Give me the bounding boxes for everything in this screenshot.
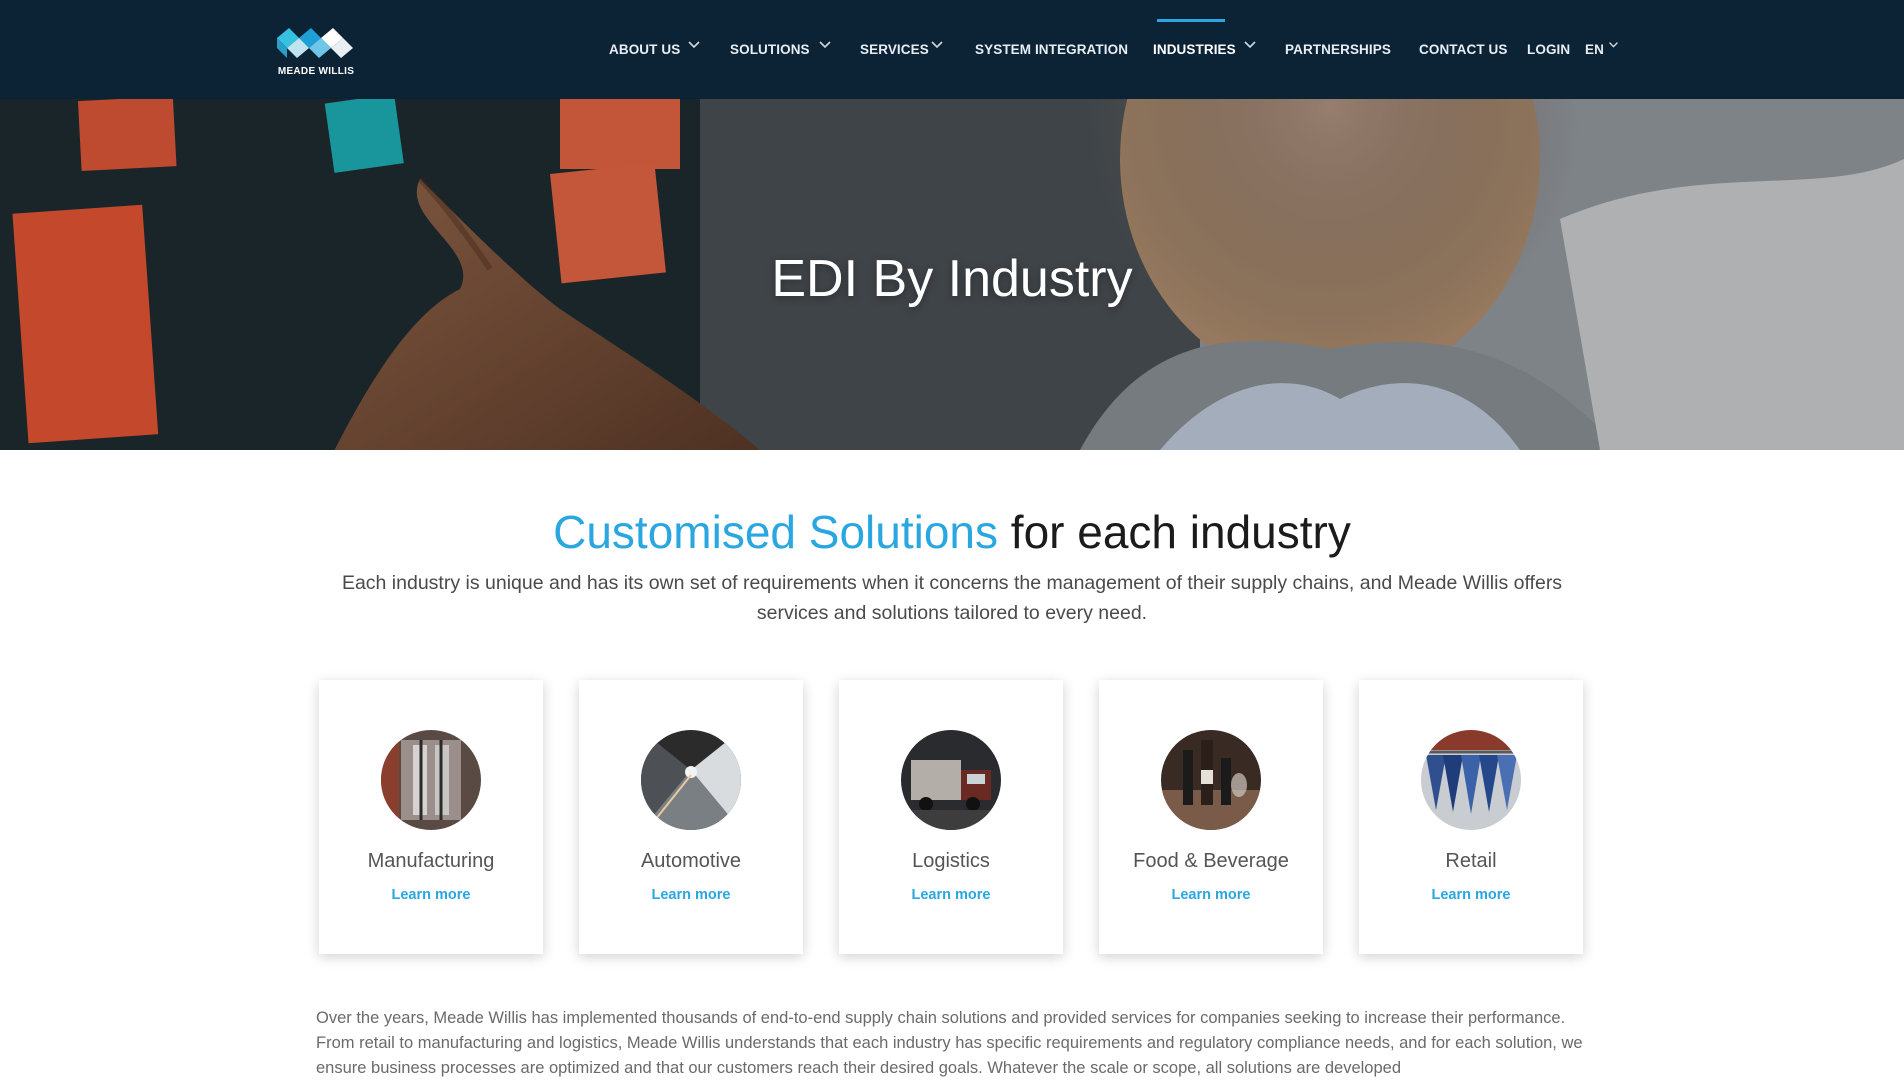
chevron-down-icon [1609,42,1618,48]
industry-card-food-beverage[interactable]: Food & Beverage Learn more [1099,680,1323,954]
section-heading: Customised Solutions for each industry [0,505,1904,559]
automotive-image [641,730,741,830]
nav-partnerships[interactable]: PARTNERSHIPS [1285,42,1391,57]
chevron-down-icon [1244,41,1256,49]
chevron-down-icon [819,41,831,49]
active-nav-indicator [1157,19,1225,22]
nav-about-us-label: ABOUT US [609,42,681,57]
hero-title: EDI By Industry [771,250,1133,308]
retail-image [1421,730,1521,830]
nav-system-integration[interactable]: SYSTEM INTEGRATION [975,42,1128,57]
nav-services-label: SERVICES [860,42,929,57]
nav-about-us[interactable]: ABOUT US [609,41,700,57]
industry-name: Logistics [912,850,990,872]
manufacturing-image [381,730,481,830]
industry-name: Automotive [640,850,742,872]
nav-industries-label: INDUSTRIES [1153,42,1236,57]
section-heading-accent: Customised Solutions [553,506,999,558]
main-nav: ABOUT US SOLUTIONS SERVICES SYSTEM INTEG… [0,0,1904,99]
industry-card-retail[interactable]: Retail Learn more [1359,680,1583,954]
nav-services[interactable]: SERVICES [860,41,943,57]
industry-name: Retail [1445,850,1497,872]
nav-login[interactable]: LOGIN [1527,42,1570,57]
section-subtitle: Each industry is unique and has its own … [341,572,1563,624]
nav-system-integration-label: SYSTEM INTEGRATION [975,42,1129,57]
chevron-down-icon [931,41,943,49]
nav-partnerships-label: PARTNERSHIPS [1285,42,1391,57]
industry-name: Manufacturing [367,850,495,872]
learn-more-link[interactable]: Learn more [839,887,1063,903]
logistics-image [901,730,1001,830]
learn-more-link[interactable]: Learn more [1099,887,1323,903]
intro-paragraph: Over the years, Meade Willis has impleme… [316,1009,1583,1077]
industry-card-logistics[interactable]: Logistics Learn more [839,680,1063,954]
industry-card-manufacturing[interactable]: Manufacturing Learn more [319,680,543,954]
section-heading-rest: for each industry [998,506,1351,558]
industry-card-automotive[interactable]: Automotive Learn more [579,680,803,954]
language-selector[interactable]: EN [1585,42,1618,57]
industry-name: Food & Beverage [1133,850,1289,872]
food-beverage-image [1161,730,1261,830]
nav-contact-us[interactable]: CONTACT US [1419,42,1508,57]
site-header: MEADE WILLIS ABOUT US SOLUTIONS SERVICES… [0,0,1904,99]
language-label: EN [1585,42,1604,57]
learn-more-link[interactable]: Learn more [579,887,803,903]
hero-banner: EDI By Industry [0,99,1904,450]
nav-industries[interactable]: INDUSTRIES [1153,41,1256,57]
nav-solutions-label: SOLUTIONS [730,42,810,57]
learn-more-link[interactable]: Learn more [319,887,543,903]
learn-more-link[interactable]: Learn more [1359,887,1583,903]
nav-login-label: LOGIN [1527,42,1571,57]
chevron-down-icon [688,41,700,49]
nav-contact-us-label: CONTACT US [1419,42,1508,57]
nav-solutions[interactable]: SOLUTIONS [730,41,831,57]
